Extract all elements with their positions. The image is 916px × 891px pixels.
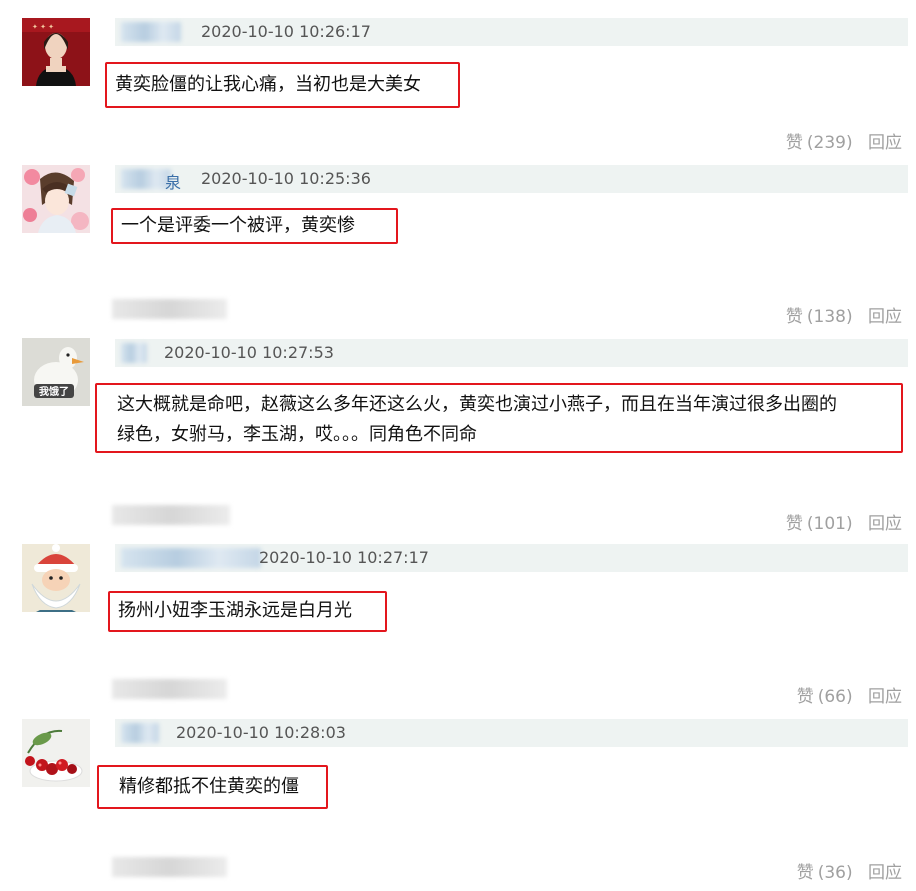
goose-sticker-icon: 我饿了: [22, 338, 90, 406]
comment-timestamp: 2020-10-10 10:27:53: [164, 343, 334, 362]
username-tail[interactable]: 泉: [165, 169, 181, 193]
username-blurred[interactable]: [121, 22, 181, 42]
comment-meta-bar: 2020-10-10 10:26:17: [115, 18, 908, 46]
cherries-photo-icon: [22, 719, 90, 787]
like-button[interactable]: 赞 (36): [797, 863, 853, 883]
like-button[interactable]: 赞 (239): [786, 133, 853, 153]
comment-meta-bar: 泉 2020-10-10 10:25:36: [115, 165, 908, 193]
comment-timestamp: 2020-10-10 10:28:03: [176, 723, 346, 742]
comment-text-line: 一个是评委一个被评，黄奕惨: [121, 215, 355, 236]
comment-actions: 赞 (138) 回应: [776, 302, 902, 327]
comment-text: 精修都抵不住黄奕的僵: [97, 765, 328, 809]
comment-actions: 赞 (66) 回应: [787, 682, 902, 707]
source-blurred: [112, 505, 230, 525]
comment-text-line: 扬州小妞李玉湖永远是白月光: [118, 600, 352, 621]
reply-button[interactable]: 回应: [868, 863, 902, 883]
username-blurred[interactable]: [121, 548, 261, 568]
avatar[interactable]: [22, 544, 90, 612]
comment-actions: 赞 (36) 回应: [787, 858, 902, 883]
comment-text-line: 黄奕脸僵的让我心痛，当初也是大美女: [115, 74, 421, 95]
username-blurred[interactable]: [121, 343, 147, 363]
anime-flowers-icon: [22, 165, 90, 233]
reply-button[interactable]: 回应: [868, 514, 902, 534]
source-blurred: [112, 857, 227, 877]
comment-text: 黄奕脸僵的让我心痛，当初也是大美女: [105, 62, 460, 108]
source-blurred: [112, 679, 227, 699]
comment-text: 这大概就是命吧，赵薇这么多年还这么火，黄奕也演过小燕子，而且在当年演过很多出圈的…: [95, 383, 903, 453]
comment-item: 2020-10-10 10:28:03 精修都抵不住黄奕的僵 赞 (36) 回应: [0, 719, 916, 891]
avatar[interactable]: ✦ ✦ ✦: [22, 18, 90, 86]
santa-cartoon-icon: [22, 544, 90, 612]
comment-text-line: 精修都抵不住黄奕的僵: [119, 776, 299, 797]
reply-button[interactable]: 回应: [868, 687, 902, 707]
comment-actions: 赞 (101) 回应: [776, 509, 902, 534]
comment-text: 一个是评委一个被评，黄奕惨: [111, 208, 398, 244]
comment-text-line: 绿色，女驸马，李玉湖，哎。。。同角色不同命: [117, 424, 477, 445]
like-button[interactable]: 赞 (138): [786, 307, 853, 327]
portrait-icon: ✦ ✦ ✦: [22, 18, 90, 86]
avatar[interactable]: 我饿了: [22, 338, 90, 406]
comment-text: 扬州小妞李玉湖永远是白月光: [108, 591, 387, 632]
username-blurred[interactable]: [121, 169, 171, 189]
comment-meta-bar: 2020-10-10 10:27:53: [115, 339, 908, 367]
comment-item: 我饿了 2020-10-10 10:27:53 这大概就是命吧，赵薇这么多年还这…: [0, 338, 916, 543]
like-button[interactable]: 赞 (66): [797, 687, 853, 707]
username-blurred[interactable]: [121, 723, 159, 743]
svg-text:✦ ✦ ✦: ✦ ✦ ✦: [32, 23, 54, 31]
comment-item: 2020-10-10 10:27:17 扬州小妞李玉湖永远是白月光 赞 (66) …: [0, 544, 916, 717]
comment-actions: 赞 (239) 回应: [776, 128, 902, 153]
comment-timestamp: 2020-10-10 10:25:36: [201, 169, 371, 188]
comment-meta-bar: 2020-10-10 10:28:03: [115, 719, 908, 747]
comment-meta-bar: 2020-10-10 10:27:17: [115, 544, 908, 572]
comment-timestamp: 2020-10-10 10:26:17: [201, 22, 371, 41]
reply-button[interactable]: 回应: [868, 307, 902, 327]
reply-button[interactable]: 回应: [868, 133, 902, 153]
avatar[interactable]: [22, 165, 90, 233]
comment-text-line: 这大概就是命吧，赵薇这么多年还这么火，黄奕也演过小燕子，而且在当年演过很多出圈的: [117, 394, 837, 415]
like-button[interactable]: 赞 (101): [786, 514, 853, 534]
avatar[interactable]: [22, 719, 90, 787]
avatar-caption: 我饿了: [39, 385, 69, 398]
comment-item: 泉 2020-10-10 10:25:36 一个是评委一个被评，黄奕惨 赞 (13…: [0, 165, 916, 335]
comment-timestamp: 2020-10-10 10:27:17: [259, 548, 429, 567]
comment-item: ✦ ✦ ✦ 2020-10-10 10:26:17 黄奕脸僵的让我心痛，当初也是…: [0, 0, 916, 165]
source-blurred: [112, 299, 227, 319]
